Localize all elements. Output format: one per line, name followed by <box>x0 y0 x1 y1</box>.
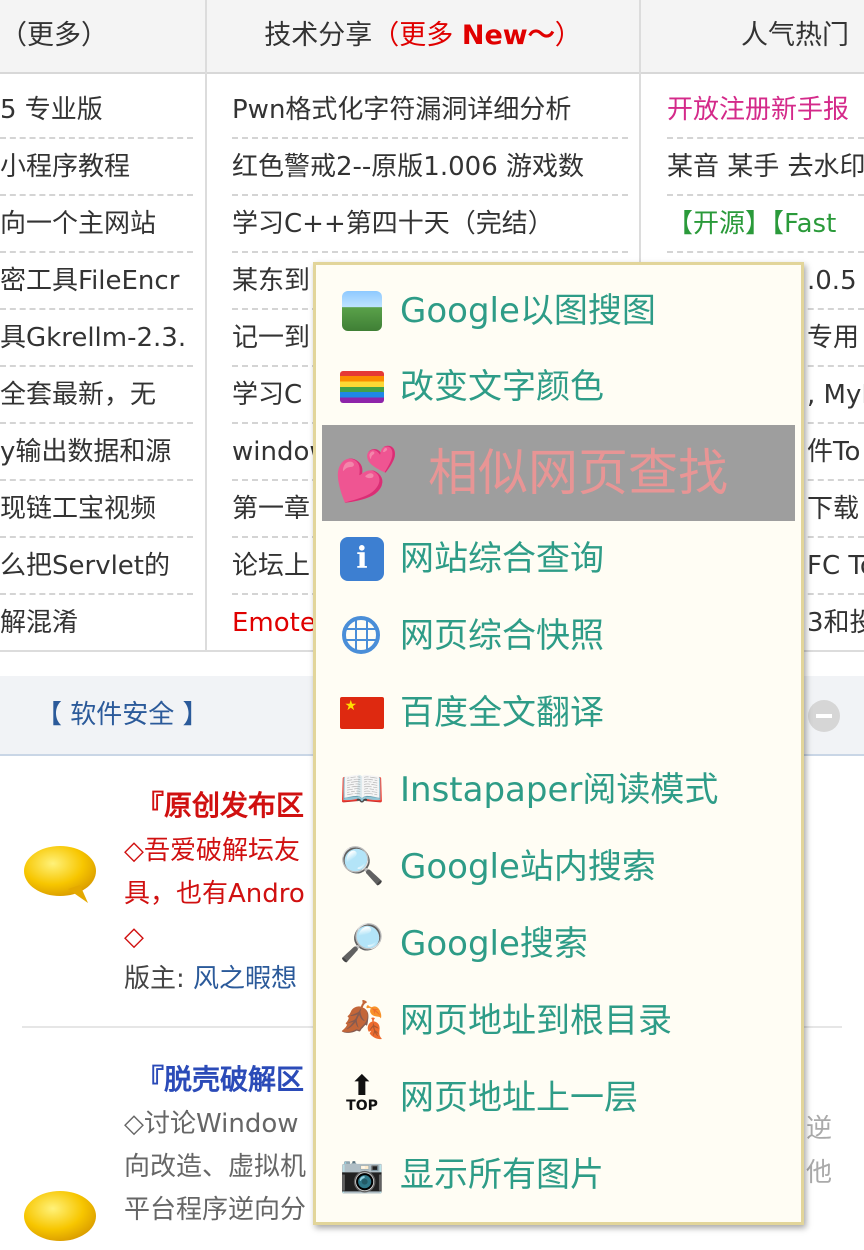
list-item[interactable]: 5 专业版 <box>0 84 193 139</box>
forum-title[interactable]: 『原创发布区 <box>136 784 304 824</box>
menu-item-label: 相似网页查找 <box>428 444 728 502</box>
menu-item-parent-directory[interactable]: ⬆ TOP 网页地址上一层 <box>322 1060 795 1136</box>
forum-description: ◇吾爱破解坛友 具，也有Andro ◇ <box>124 830 305 959</box>
info-icon: i <box>340 537 384 581</box>
menu-item-label: Instapaper阅读模式 <box>400 770 719 810</box>
moderators: 版主: 风之暇想 <box>124 958 297 1001</box>
book-icon: 📖 <box>339 769 385 810</box>
thread-list-col1: 5 专业版 小程序教程 向一个主网站 密工具FileEncr 具Gkrellm-… <box>0 84 193 652</box>
tab-more-link[interactable]: （更多 <box>372 20 462 51</box>
menu-item-label: 网页地址上一层 <box>400 1078 638 1118</box>
menu-item-baidu-translate[interactable]: ★ 百度全文翻译 <box>322 675 795 751</box>
forum-status-icon <box>24 846 96 903</box>
globe-icon <box>342 616 380 654</box>
description-line: ◇ <box>124 922 144 952</box>
description-line: 向改造、虚拟机 <box>124 1152 307 1182</box>
tab-new-badge: New～ <box>461 20 555 51</box>
tab-more-1[interactable]: （更多） <box>0 0 205 72</box>
list-item[interactable]: 红色警戒2--原版1.006 游戏数 <box>232 141 628 196</box>
description-line: 具，也有Andro <box>124 879 305 909</box>
menu-item-label: 改变文字颜色 <box>400 367 604 407</box>
forum-status-icon <box>24 1191 96 1241</box>
list-item-text: , MyF <box>807 380 864 410</box>
menu-item-label: Google以图搜图 <box>400 291 656 331</box>
magnifier-right-icon: 🔎 <box>339 923 385 964</box>
tab-bar: （更多） 技术分享（更多 New～） 人气热门 <box>0 0 864 74</box>
tab-tech-share[interactable]: 技术分享（更多 New～） <box>207 0 639 72</box>
list-item[interactable]: 向一个主网站 <box>0 198 193 253</box>
list-item[interactable]: 【开源】【Fast <box>667 198 864 253</box>
menu-item-label: 显示所有图片 <box>400 1155 604 1195</box>
menu-item-label: 网页地址到根目录 <box>400 1001 672 1041</box>
context-menu: Google以图搜图 改变文字颜色 💕 相似网页查找 i 网站综合查询 网页综合… <box>313 262 804 1225</box>
menu-item-page-snapshot[interactable]: 网页综合快照 <box>322 598 795 674</box>
list-item[interactable]: 具Gkrellm-2.3. <box>0 312 193 367</box>
menu-item-similar-pages[interactable]: 💕 相似网页查找 <box>322 425 795 521</box>
magnifier-icon: 🔍 <box>339 846 385 887</box>
top-icon: ⬆ TOP <box>346 1069 378 1115</box>
china-flag-icon: ★ <box>340 697 384 729</box>
list-item[interactable]: 现链工宝视频 <box>0 483 193 538</box>
menu-item-google-site-search[interactable]: 🔍 Google站内搜索 <box>322 829 795 905</box>
section-title[interactable]: 【 软件安全 】 <box>36 676 209 754</box>
menu-item-instapaper[interactable]: 📖 Instapaper阅读模式 <box>322 752 795 828</box>
tab-label: （更多） <box>0 20 108 51</box>
list-item-text: 3和投 <box>807 608 864 638</box>
list-item[interactable]: 全套最新，无 <box>0 369 193 424</box>
menu-item-label: 百度全文翻译 <box>400 693 604 733</box>
list-item-text: 【Fast <box>771 209 837 239</box>
forum-description: ◇讨论Window 向改造、虚拟机 平台程序逆向分 <box>124 1103 306 1232</box>
list-item[interactable]: 么把Servlet的 <box>0 540 193 595</box>
menu-item-change-text-color[interactable]: 改变文字颜色 <box>322 349 795 425</box>
description-fragment: 他 <box>806 1158 833 1188</box>
moderator-link[interactable]: 风之暇想 <box>193 964 297 994</box>
menu-item-google-image-search[interactable]: Google以图搜图 <box>322 273 795 349</box>
list-item-text: 下载 <box>807 494 860 524</box>
description-line: 平台程序逆向分 <box>124 1195 307 1225</box>
moderators-label: 版主: <box>124 964 194 994</box>
forum-title[interactable]: 『脱壳破解区 <box>136 1058 304 1098</box>
tab-more-close: ） <box>554 20 582 51</box>
tab-label: 技术分享 <box>264 20 373 51</box>
description-fragment: 逆 <box>806 1114 833 1144</box>
menu-item-label: Google站内搜索 <box>400 847 656 887</box>
menu-item-show-images[interactable]: 📷 显示所有图片 <box>322 1137 795 1213</box>
tab-label: 人气热门 <box>741 20 849 51</box>
menu-item-label: Google搜索 <box>400 924 588 964</box>
hearts-icon: 💕 <box>334 445 399 505</box>
description-line: ◇吾爱破解坛友 <box>124 836 300 866</box>
collapse-icon[interactable] <box>808 700 840 732</box>
list-item-text: FC To <box>807 551 864 581</box>
menu-item-label: 网页综合快照 <box>400 616 604 656</box>
menu-item-root-directory[interactable]: 🍂 网页地址到根目录 <box>322 983 795 1059</box>
menu-item-google-search[interactable]: 🔎 Google搜索 <box>322 906 795 982</box>
list-item[interactable]: Pwn格式化字符漏洞详细分析 <box>232 84 628 139</box>
list-item[interactable]: 某音 某手 去水印 <box>667 141 864 196</box>
list-item[interactable]: 解混淆 <box>0 597 193 650</box>
description-line: ◇讨论Window <box>124 1109 299 1139</box>
tab-popular[interactable]: 人气热门 <box>641 0 864 72</box>
open-source-tag: 【开源】 <box>667 209 772 239</box>
column-divider <box>205 0 207 650</box>
list-item-text: 专用 <box>807 323 860 353</box>
leaves-icon: 🍂 <box>339 1000 385 1041</box>
rainbow-icon <box>340 371 384 403</box>
menu-item-site-info[interactable]: i 网站综合查询 <box>322 521 795 597</box>
photo-icon <box>342 291 382 331</box>
camera-icon: 📷 <box>339 1154 385 1195</box>
list-item[interactable]: 学习C++第四十天（完结） <box>232 198 628 253</box>
list-item[interactable]: 开放注册新手报 <box>667 84 864 139</box>
list-item[interactable]: 小程序教程 <box>0 141 193 196</box>
list-item-text: .0.5 <box>807 266 857 296</box>
list-item-text: 件To <box>807 437 861 467</box>
menu-item-label: 网站综合查询 <box>400 539 604 579</box>
list-item[interactable]: 密工具FileEncr <box>0 255 193 310</box>
list-item[interactable]: y输出数据和源 <box>0 426 193 481</box>
